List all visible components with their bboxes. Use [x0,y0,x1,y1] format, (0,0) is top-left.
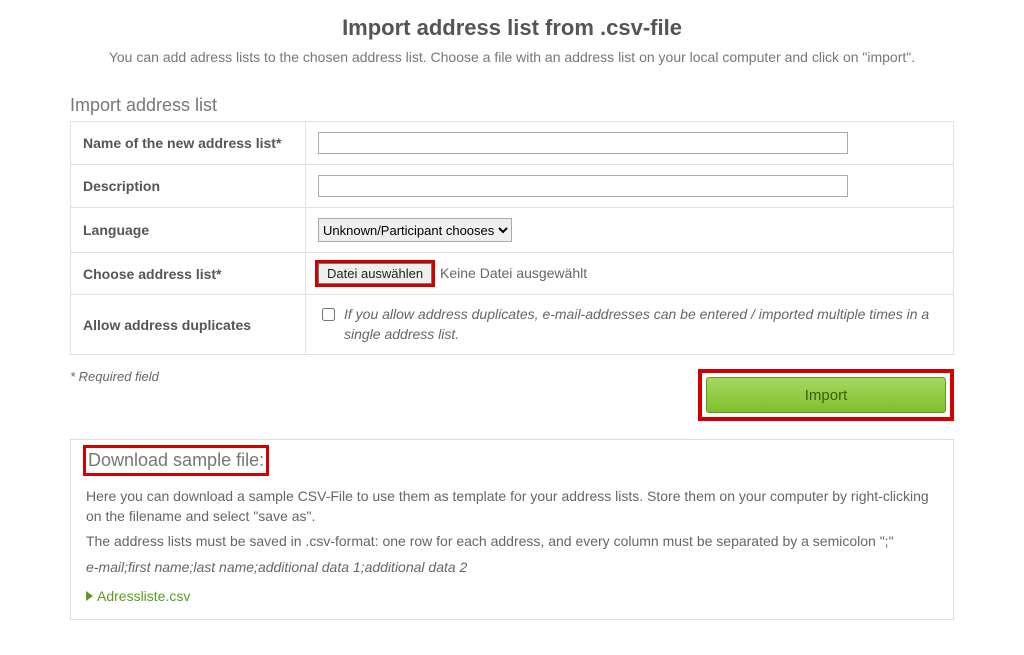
form-section-label: Import address list [70,95,954,116]
label-description: Description [71,165,306,208]
sample-paragraph-2: The address lists must be saved in .csv-… [86,532,938,552]
sample-file-name: Adressliste.csv [97,588,190,604]
play-icon [86,591,93,601]
name-input[interactable] [318,132,848,154]
page-subtitle: You can add adress lists to the chosen a… [70,49,954,65]
sample-format-line: e-mail;first name;last name;additional d… [86,558,938,578]
sample-paragraph-1: Here you can download a sample CSV-File … [86,487,938,526]
sample-file-link[interactable]: Adressliste.csv [86,588,938,604]
choose-file-button[interactable]: Datei auswählen [318,263,432,284]
import-form-table: Name of the new address list* Descriptio… [70,121,954,355]
sample-file-title: Download sample file: [86,448,266,473]
label-duplicates: Allow address duplicates [71,295,306,355]
duplicates-checkbox[interactable] [322,308,335,321]
no-file-text: Keine Datei ausgewählt [440,265,587,281]
duplicates-hint: If you allow address duplicates, e-mail-… [344,305,941,344]
description-input[interactable] [318,175,848,197]
label-name: Name of the new address list* [71,122,306,165]
import-button[interactable]: Import [706,377,946,413]
language-select[interactable]: Unknown/Participant chooses [318,218,512,242]
page-title: Import address list from .csv-file [70,15,954,41]
label-language: Language [71,208,306,253]
import-button-highlight: Import [698,369,954,421]
required-field-note: * Required field [70,369,159,384]
label-file: Choose address list* [71,253,306,295]
sample-file-panel: Download sample file: Here you can downl… [70,439,954,619]
